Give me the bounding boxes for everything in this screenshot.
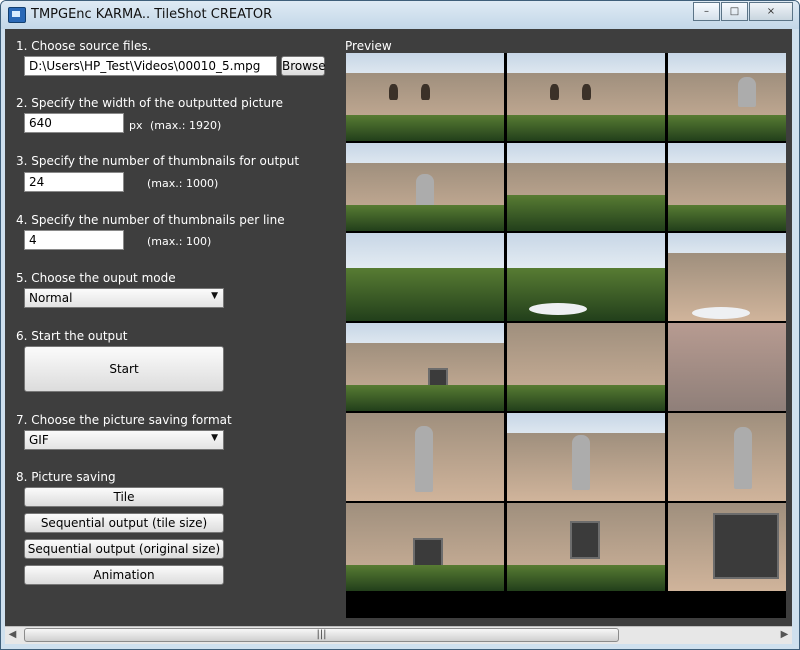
minimize-button[interactable]: – (693, 2, 720, 21)
window-title: TMPGEnc KARMA.. TileShot CREATOR (31, 7, 273, 22)
preview-thumbnail (507, 233, 665, 321)
preview-thumbnail (346, 143, 504, 231)
preview-pane (346, 53, 786, 618)
preview-thumbnail (346, 503, 504, 591)
preview-thumbnail (668, 323, 786, 411)
scroll-right-arrow[interactable]: ▶ (777, 628, 792, 642)
thumbnail-count-label: 3. Specify the number of thumbnails for … (16, 154, 300, 168)
saving-format-label: 7. Choose the picture saving format (16, 413, 232, 427)
preview-thumbnail (507, 143, 665, 231)
preview-thumbnail (507, 413, 665, 501)
thumbnails-per-line-max-hint: (max.: 100) (147, 235, 212, 248)
preview-thumbnail (668, 53, 786, 141)
thumbnail-count-max-hint: (max.: 1000) (147, 177, 219, 190)
title-bar: TMPGEnc KARMA.. TileShot CREATOR – □ × (1, 1, 799, 29)
chevron-down-icon: ▼ (211, 291, 218, 301)
picture-saving-label: 8. Picture saving (16, 470, 116, 484)
output-mode-value: Normal (29, 291, 73, 305)
source-file-input[interactable]: D:\Users\HP_Test\Videos\00010_5.mpg (24, 56, 277, 76)
thumbnails-per-line-input[interactable]: 4 (24, 230, 124, 250)
width-input[interactable]: 640 (24, 113, 124, 133)
maximize-button[interactable]: □ (721, 2, 748, 21)
preview-label: Preview (345, 39, 392, 53)
preview-thumbnail (346, 233, 504, 321)
output-mode-select[interactable]: Normal ▼ (24, 288, 224, 308)
start-button[interactable]: Start (24, 346, 224, 392)
application-icon (8, 7, 26, 23)
thumbnails-per-line-label: 4. Specify the number of thumbnails per … (16, 213, 285, 227)
browse-button[interactable]: Browse (281, 56, 326, 76)
source-label: 1. Choose source files. (16, 39, 152, 53)
preview-thumbnail (346, 53, 504, 141)
preview-thumbnail (668, 413, 786, 501)
main-panel: 1. Choose source files. D:\Users\HP_Test… (5, 29, 792, 626)
preview-thumbnail (507, 323, 665, 411)
close-button[interactable]: × (749, 2, 793, 21)
preview-thumbnail (346, 413, 504, 501)
tile-button[interactable]: Tile (24, 487, 224, 507)
scroll-left-arrow[interactable]: ◀ (5, 628, 20, 642)
thumbnail-count-input[interactable]: 24 (24, 172, 124, 192)
preview-thumbnail (346, 323, 504, 411)
chevron-down-icon: ▼ (211, 433, 218, 443)
saving-format-value: GIF (29, 433, 49, 447)
animation-button[interactable]: Animation (24, 565, 224, 585)
width-unit: px (129, 119, 143, 132)
preview-thumbnail (668, 503, 786, 591)
application-window: TMPGEnc KARMA.. TileShot CREATOR – □ × 1… (0, 0, 800, 650)
sequential-original-size-button[interactable]: Sequential output (original size) (24, 539, 224, 559)
output-mode-label: 5. Choose the ouput mode (16, 271, 176, 285)
width-label: 2. Specify the width of the outputted pi… (16, 96, 284, 110)
width-max-hint: (max.: 1920) (150, 119, 222, 132)
saving-format-select[interactable]: GIF ▼ (24, 430, 224, 450)
preview-thumbnail (668, 233, 786, 321)
preview-thumbnail (507, 503, 665, 591)
preview-thumbnail (668, 143, 786, 231)
horizontal-scrollbar[interactable]: ◀ ||| ▶ (5, 626, 792, 644)
sequential-tile-size-button[interactable]: Sequential output (tile size) (24, 513, 224, 533)
start-output-label: 6. Start the output (16, 329, 128, 343)
scrollbar-thumb[interactable]: ||| (24, 628, 619, 642)
preview-thumbnail (507, 53, 665, 141)
window-controls: – □ × (692, 2, 793, 21)
